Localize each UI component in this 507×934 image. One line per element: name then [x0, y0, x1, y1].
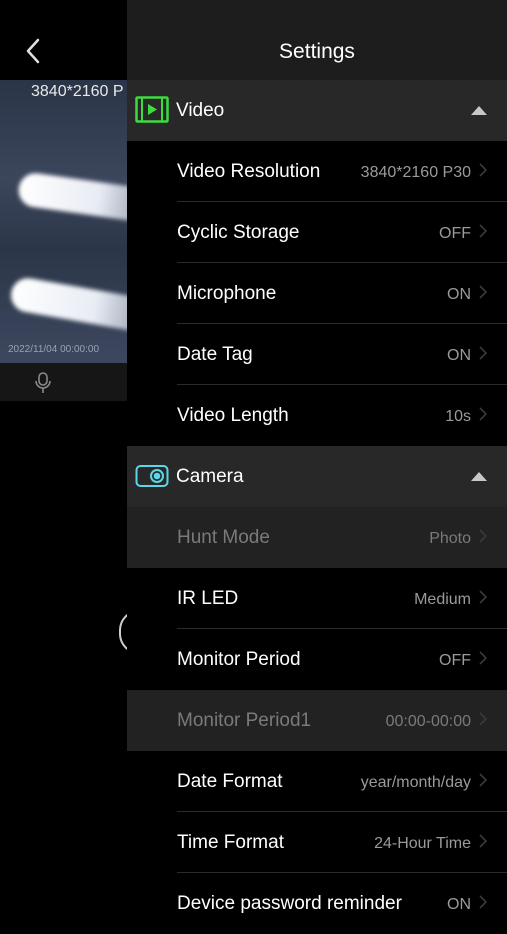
page-title: Settings [279, 40, 355, 63]
collapse-arrow-icon[interactable] [471, 472, 487, 481]
setting-value: 10s [445, 408, 471, 425]
setting-value: OFF [439, 652, 471, 669]
setting-value: Photo [429, 530, 471, 547]
camera-icon [135, 462, 169, 495]
preview-resolution: 3840*2160 P [31, 83, 124, 100]
setting-row-monitor-period[interactable]: Monitor Period OFF [127, 629, 507, 690]
setting-label: IR LED [177, 588, 239, 609]
setting-value: ON [447, 347, 471, 364]
section-header-camera[interactable]: Camera [127, 446, 507, 507]
setting-row-date-tag[interactable]: Date Tag ON [127, 324, 507, 385]
chevron-right-icon [479, 651, 488, 670]
setting-label: Time Format [177, 832, 284, 853]
setting-label: Microphone [177, 283, 277, 304]
section-label: Camera [176, 466, 244, 487]
setting-row-date-format[interactable]: Date Format year/month/day [127, 751, 507, 812]
setting-value: Medium [414, 591, 471, 608]
setting-label: Cyclic Storage [177, 222, 300, 243]
setting-row-microphone[interactable]: Microphone ON [127, 263, 507, 324]
chevron-right-icon [479, 529, 488, 548]
setting-value: 00:00-00:00 [385, 713, 471, 730]
chevron-right-icon [479, 285, 488, 304]
chevron-right-icon [479, 346, 488, 365]
setting-value: 24-Hour Time [374, 835, 471, 852]
setting-label: Video Resolution [177, 161, 321, 182]
preview-timestamp: 2022/11/04 00:00:00 [8, 344, 100, 355]
setting-label: Device password reminder [177, 893, 402, 914]
setting-label: Monitor Period1 [177, 710, 312, 731]
light-streak [16, 171, 127, 227]
chevron-right-icon [479, 895, 488, 914]
setting-value: ON [447, 896, 471, 913]
setting-row-monitor-period1[interactable]: Monitor Period1 00:00-00:00 [127, 690, 507, 751]
chevron-right-icon [479, 407, 488, 426]
setting-value: 3840*2160 P30 [360, 164, 471, 181]
settings-header: Settings [127, 0, 507, 80]
preview-toolbar [0, 363, 127, 401]
chevron-right-icon [479, 712, 488, 731]
chevron-right-icon [479, 773, 488, 792]
setting-row-cyclic-storage[interactable]: Cyclic Storage OFF [127, 202, 507, 263]
setting-label: Date Format [177, 771, 283, 792]
setting-label: Date Tag [177, 344, 253, 365]
setting-row-video-resolution[interactable]: Video Resolution 3840*2160 P30 [127, 141, 507, 202]
setting-value: year/month/day [360, 774, 471, 791]
settings-panel: Settings Video Video Resolution 3840*216… [127, 0, 507, 934]
chevron-right-icon [479, 163, 488, 182]
setting-label: Video Length [177, 405, 289, 426]
setting-row-video-length[interactable]: Video Length 10s [127, 385, 507, 446]
chevron-right-icon [479, 590, 488, 609]
setting-value: ON [447, 286, 471, 303]
setting-value: OFF [439, 225, 471, 242]
chevron-right-icon [479, 224, 488, 243]
light-streak [8, 275, 127, 339]
setting-row-hunt-mode[interactable]: Hunt Mode Photo [127, 507, 507, 568]
video-icon [135, 96, 169, 128]
collapse-arrow-icon[interactable] [471, 106, 487, 115]
setting-row-ir-led[interactable]: IR LED Medium [127, 568, 507, 629]
microphone-icon[interactable] [34, 371, 52, 400]
section-header-video[interactable]: Video [127, 80, 507, 141]
setting-row-device-password-reminder[interactable]: Device password reminder ON [127, 873, 507, 934]
camera-preview[interactable]: 3840*2160 P 2022/11/04 00:00:00 [0, 80, 127, 363]
chevron-left-icon [26, 38, 40, 64]
section-label: Video [176, 100, 225, 121]
setting-row-time-format[interactable]: Time Format 24-Hour Time [127, 812, 507, 873]
setting-label: Monitor Period [177, 649, 301, 670]
back-button[interactable] [22, 34, 46, 68]
setting-label: Hunt Mode [177, 527, 270, 548]
chevron-right-icon [479, 834, 488, 853]
